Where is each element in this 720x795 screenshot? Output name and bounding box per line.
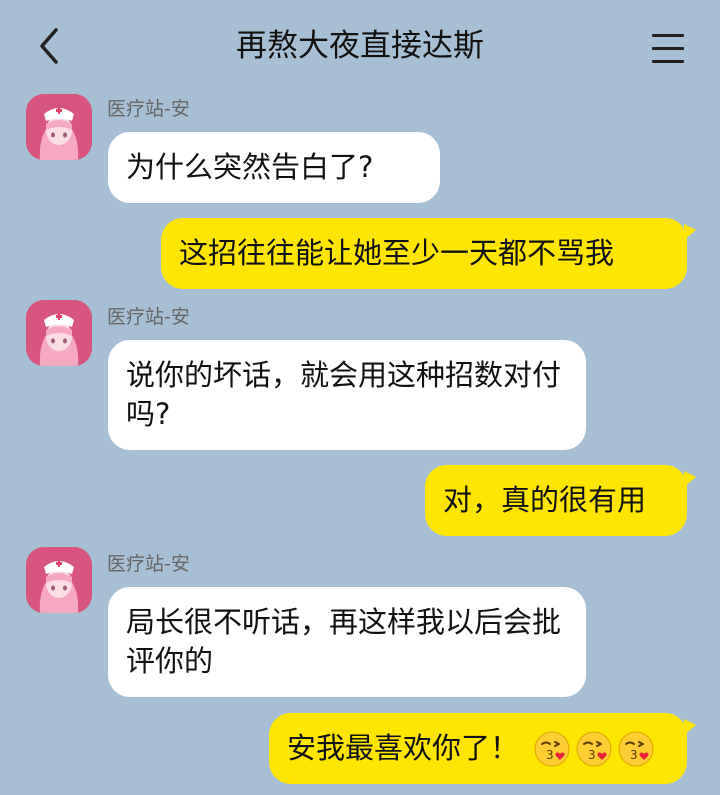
outgoing-message[interactable]: 安我最喜欢你了！ 3 3 3 (269, 713, 696, 784)
avatar[interactable] (26, 547, 92, 613)
svg-text:3: 3 (546, 748, 554, 762)
avatar[interactable] (26, 300, 92, 366)
sender-name: 医疗站-安 (107, 98, 190, 120)
chat-title: 再熬大夜直接达斯 (236, 28, 484, 64)
kissing-heart-emoji-icon: 3 (618, 731, 654, 766)
emoji-group: 3 3 3 (533, 730, 655, 768)
kissing-heart-emoji-icon: 3 (534, 731, 570, 766)
incoming-message[interactable]: 局长很不听话，再这样我以后会批评你的 (108, 587, 586, 697)
nurse-avatar-icon (26, 300, 92, 366)
nurse-avatar-icon (26, 94, 92, 160)
outgoing-message[interactable]: 这招往往能让她至少一天都不骂我 (161, 218, 696, 289)
incoming-message[interactable]: 说你的坏话，就会用这种招数对付吗? (108, 340, 586, 450)
outgoing-message[interactable]: 对，真的很有用 (425, 465, 696, 536)
nurse-avatar-icon (26, 547, 92, 613)
svg-text:3: 3 (588, 748, 596, 762)
chat-header: 再熬大夜直接达斯 (0, 0, 720, 92)
incoming-message[interactable]: 为什么突然告白了? (108, 132, 440, 203)
message-text: 安我最喜欢你了！ (287, 731, 520, 765)
kissing-heart-emoji-icon: 3 (576, 731, 612, 766)
hamburger-menu-icon (652, 34, 684, 37)
sender-name: 医疗站-安 (107, 553, 190, 575)
menu-button[interactable] (648, 30, 688, 66)
avatar[interactable] (26, 94, 92, 160)
sender-name: 医疗站-安 (107, 306, 190, 328)
svg-text:3: 3 (630, 748, 638, 762)
